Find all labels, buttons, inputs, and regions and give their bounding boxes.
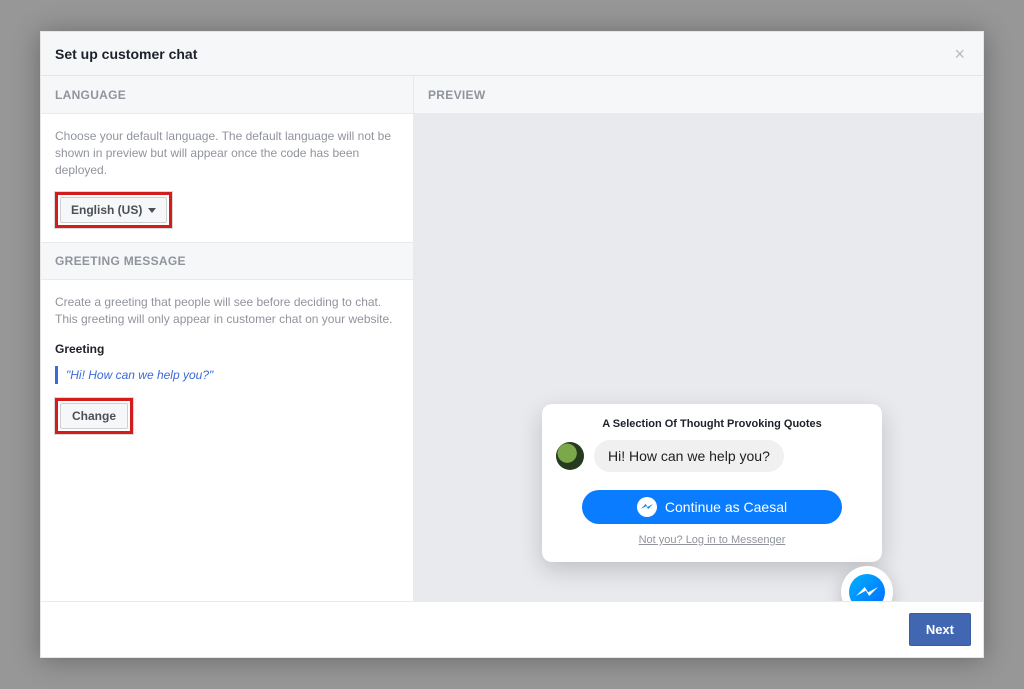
greeting-row: Hi! How can we help you? [556,440,868,472]
dialog-header: Set up customer chat × [41,32,983,76]
preview-column: A Selection Of Thought Provoking Quotes … [414,114,983,601]
page-avatar-icon [556,442,584,470]
greeting-label: Greeting [55,342,399,356]
preview-canvas: A Selection Of Thought Provoking Quotes … [414,114,983,601]
dialog-footer: Next [41,601,983,657]
dialog-body: LANGUAGE PREVIEW Choose your default lan… [41,76,983,601]
quote-indicator [55,366,58,384]
chat-preview-card: A Selection Of Thought Provoking Quotes … [542,404,882,562]
greeting-description: Create a greeting that people will see b… [55,294,399,328]
page-name: A Selection Of Thought Provoking Quotes [556,418,868,430]
continue-as-button[interactable]: Continue as Caesal [582,490,842,524]
annotation-highlight-language: English (US) [55,192,172,228]
continue-as-label: Continue as Caesal [665,499,787,515]
greeting-section-heading: GREETING MESSAGE [41,242,413,280]
greeting-bubble: Hi! How can we help you? [594,440,784,472]
messenger-icon [849,574,885,601]
language-dropdown[interactable]: English (US) [60,197,167,223]
dialog-title: Set up customer chat [55,46,197,62]
language-section-heading: LANGUAGE [41,76,414,114]
annotation-highlight-change: Change [55,398,133,434]
change-greeting-button[interactable]: Change [60,403,128,429]
settings-column: Choose your default language. The defaul… [41,114,414,601]
next-button[interactable]: Next [909,613,971,646]
language-block: Choose your default language. The defaul… [41,114,413,242]
customer-chat-setup-dialog: Set up customer chat × LANGUAGE PREVIEW … [40,31,984,658]
login-messenger-link[interactable]: Not you? Log in to Messenger [556,534,868,546]
messenger-icon [637,497,657,517]
greeting-block: Create a greeting that people will see b… [41,280,413,448]
messenger-fab-button[interactable] [841,566,893,601]
greeting-quote-row: "Hi! How can we help you?" [55,366,399,384]
preview-section-heading: PREVIEW [414,76,983,114]
chevron-down-icon [148,208,156,213]
language-dropdown-label: English (US) [71,203,142,217]
close-icon[interactable]: × [950,41,969,67]
language-description: Choose your default language. The defaul… [55,128,399,178]
greeting-quote-text: "Hi! How can we help you?" [66,368,213,382]
